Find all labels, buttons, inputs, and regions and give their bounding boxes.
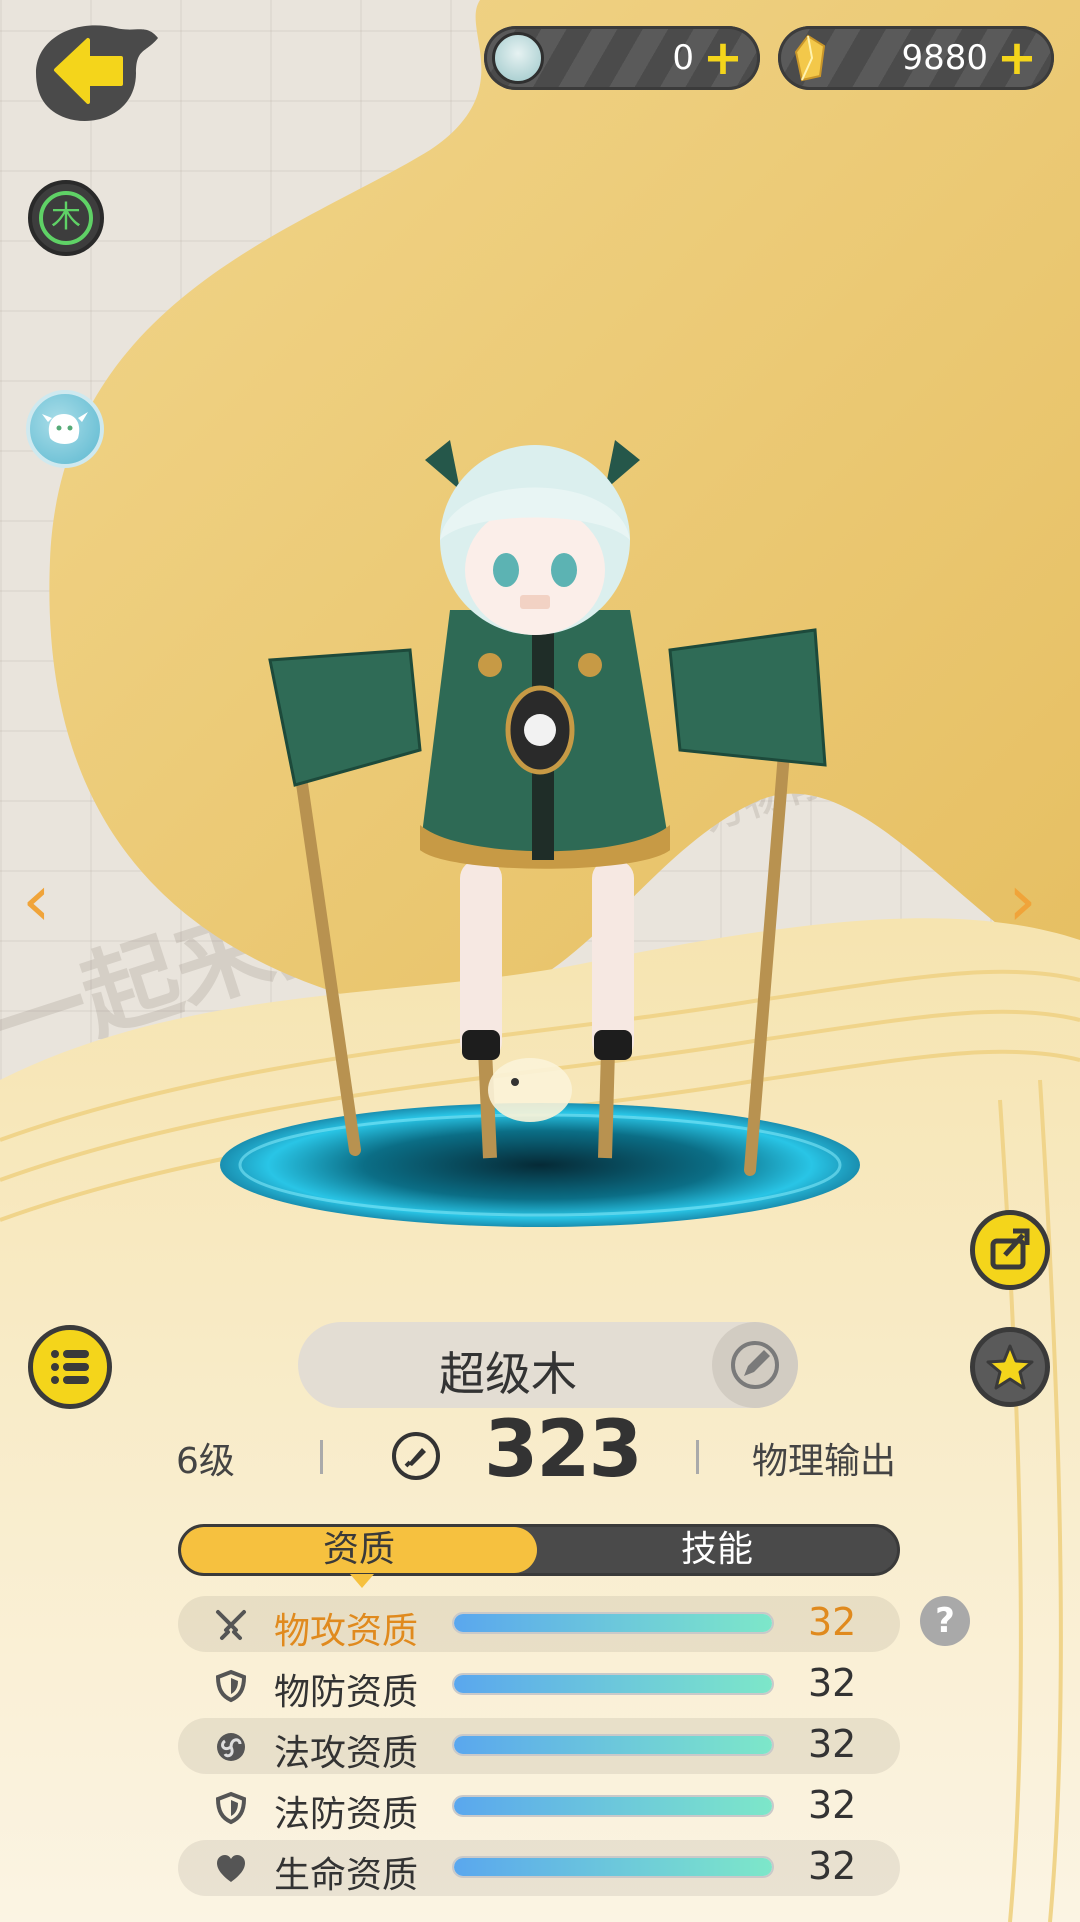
attribute-bar — [452, 1795, 774, 1817]
attribute-bar — [452, 1612, 774, 1634]
back-button[interactable] — [26, 18, 166, 128]
crossed-swords-icon — [216, 1610, 246, 1640]
shield-icon — [215, 1669, 247, 1703]
teleport-portal — [220, 1103, 860, 1227]
attribute-row: 物攻资质 32 — [178, 1596, 900, 1652]
divider — [320, 1440, 323, 1474]
attribute-bar — [452, 1734, 774, 1756]
tab-pointer — [350, 1574, 374, 1588]
attribute-label: 物攻资质 — [274, 1611, 419, 1652]
swirl-icon — [217, 1733, 245, 1761]
pet-name: 超级木 — [439, 1347, 577, 1401]
gold-crystal-icon — [786, 32, 838, 84]
attribute-row: 法攻资质 32 — [178, 1718, 900, 1774]
attribute-value: 32 — [808, 1722, 857, 1766]
combat-power-icon — [392, 1432, 440, 1480]
add-gold-button[interactable]: + — [994, 32, 1040, 84]
divider — [696, 1440, 699, 1474]
attribute-value: 32 — [808, 1600, 857, 1644]
tab-skills[interactable]: 技能 — [537, 1527, 897, 1573]
attribute-row: 法防资质 32 — [178, 1779, 900, 1835]
element-label: 木 — [39, 191, 93, 245]
element-badge[interactable]: 木 — [28, 180, 104, 256]
attribute-label: 法防资质 — [274, 1794, 419, 1835]
pet-role: 物理输出 — [752, 1441, 897, 1482]
help-button[interactable]: ? — [920, 1596, 970, 1646]
attribute-bar — [452, 1673, 774, 1695]
shield-icon — [215, 1791, 247, 1825]
attribute-row: 生命资质 32 — [178, 1840, 900, 1896]
pet-level: 6级 — [176, 1441, 235, 1482]
heart-icon — [217, 1855, 245, 1882]
add-spirit-button[interactable]: + — [700, 32, 746, 84]
attribute-label: 法攻资质 — [274, 1733, 419, 1774]
pet-form-icon[interactable] — [26, 390, 104, 468]
attribute-value: 32 — [808, 1661, 857, 1705]
previous-pet-arrow[interactable]: ‹ — [22, 860, 72, 940]
attribute-label: 物防资质 — [274, 1672, 419, 1713]
pet-character-model[interactable] — [220, 430, 860, 1250]
menu-list-button[interactable] — [28, 1325, 112, 1409]
pet-name-bar: 超级木 — [298, 1322, 798, 1408]
tab-aptitude[interactable]: 资质 — [181, 1527, 537, 1573]
pencil-icon — [731, 1341, 779, 1389]
attribute-value: 32 — [808, 1844, 857, 1888]
detail-tabs: 资质 技能 — [178, 1524, 900, 1576]
attribute-value: 32 — [808, 1783, 857, 1827]
attribute-label: 生命资质 — [274, 1855, 419, 1896]
share-button[interactable] — [970, 1210, 1050, 1290]
rename-button[interactable] — [712, 1322, 798, 1408]
combat-power-value: 323 — [484, 1405, 643, 1495]
spirit-currency-value: 0 — [672, 38, 694, 78]
star-icon — [986, 1344, 1034, 1390]
spirit-currency: 0 + — [484, 26, 760, 90]
spirit-avatar-icon — [492, 32, 544, 84]
gold-currency-value: 9880 — [901, 38, 988, 78]
gold-currency: 9880 + — [778, 26, 1054, 90]
attribute-row: 物防资质 32 — [178, 1657, 900, 1713]
share-icon — [990, 1228, 1030, 1270]
next-pet-arrow[interactable]: › — [1008, 860, 1058, 940]
attribute-bar — [452, 1856, 774, 1878]
list-icon — [51, 1350, 89, 1384]
favorite-button[interactable] — [970, 1327, 1050, 1407]
